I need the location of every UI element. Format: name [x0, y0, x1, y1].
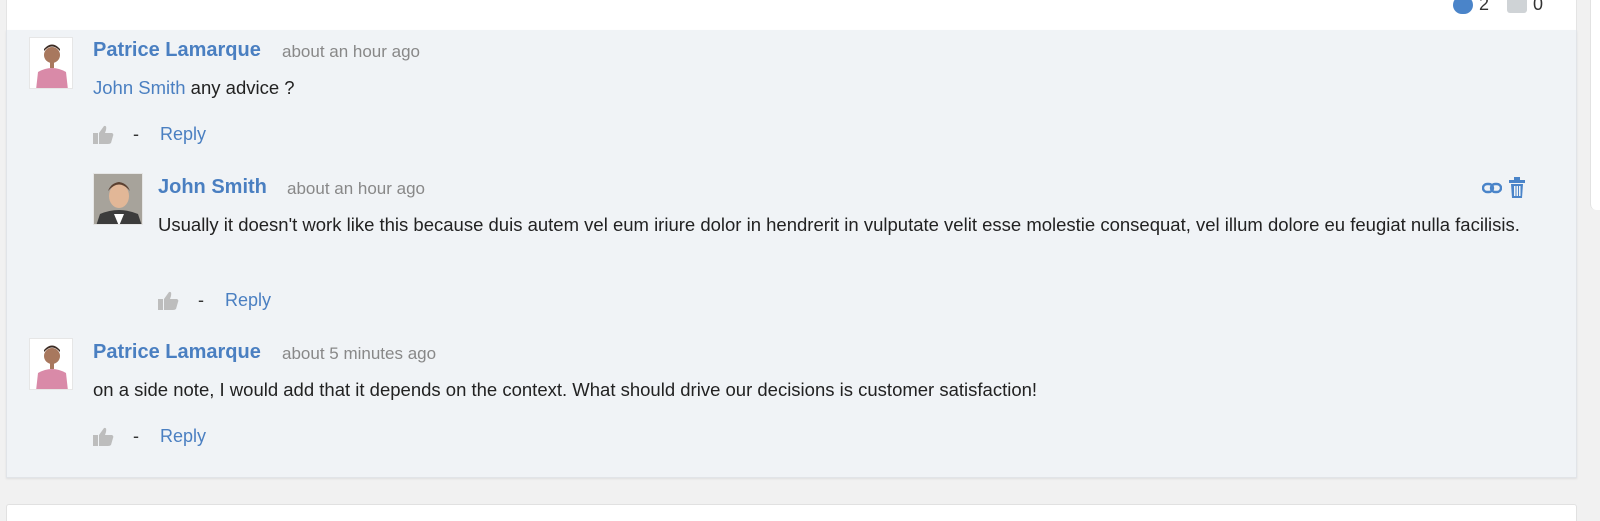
comment-reply: John Smith about an hour ago Usually it … — [7, 170, 1578, 330]
comment-time: about an hour ago — [287, 179, 426, 198]
next-activity-card — [6, 504, 1577, 521]
likes-count: 2 — [1478, 0, 1489, 14]
mention-link[interactable]: John Smith — [93, 77, 186, 98]
comment: Patrice Lamarque about an hour ago John … — [7, 30, 1578, 170]
avatar-image — [30, 339, 72, 389]
thumbs-up-icon[interactable] — [158, 291, 180, 311]
comment-author[interactable]: John Smith — [158, 176, 267, 199]
comment-author[interactable]: Patrice Lamarque — [93, 341, 261, 364]
reply-link[interactable]: Reply — [160, 426, 206, 447]
comment-actions: - Reply — [93, 426, 206, 447]
comments-section: Patrice Lamarque about an hour ago John … — [6, 30, 1577, 478]
separator: - — [198, 290, 204, 310]
scroll-edge — [1590, 0, 1600, 210]
like-counter-icon — [1452, 0, 1473, 14]
comment-text-body: any advice ? — [185, 77, 295, 98]
likes-counter[interactable]: 2 — [1452, 0, 1489, 15]
avatar[interactable] — [29, 338, 73, 390]
avatar-image — [30, 38, 72, 88]
avatar[interactable] — [29, 37, 73, 89]
thumbs-up-icon[interactable] — [93, 125, 115, 145]
comment-tools — [1482, 177, 1526, 199]
separator: - — [133, 124, 139, 144]
comment-author[interactable]: Patrice Lamarque — [93, 39, 261, 62]
activity-card-footer: 2 0 — [6, 0, 1577, 30]
comment-actions: - Reply — [93, 124, 206, 145]
reply-link[interactable]: Reply — [225, 290, 271, 311]
avatar[interactable] — [93, 173, 143, 225]
comment-time: about 5 minutes ago — [282, 344, 437, 363]
comment-text: Usually it doesn't work like this becaus… — [158, 214, 1520, 235]
comment: Patrice Lamarque about 5 minutes ago on … — [7, 330, 1578, 470]
comment-time: about an hour ago — [282, 42, 421, 61]
avatar-image — [94, 174, 142, 224]
thumbs-up-icon[interactable] — [93, 427, 115, 447]
comment-text: John Smith any advice ? — [93, 73, 295, 103]
link-icon[interactable] — [1482, 178, 1502, 198]
comment-counter-icon — [1506, 0, 1527, 13]
trash-icon[interactable] — [1508, 177, 1526, 199]
reply-link[interactable]: Reply — [160, 124, 206, 145]
comment-actions: - Reply — [158, 290, 271, 311]
comments-count: 0 — [1532, 0, 1543, 14]
comments-counter[interactable]: 0 — [1506, 0, 1543, 15]
comment-text: on a side note, I would add that it depe… — [93, 379, 1038, 400]
activity-counters: 2 0 — [1452, 0, 1543, 15]
separator: - — [133, 426, 139, 446]
